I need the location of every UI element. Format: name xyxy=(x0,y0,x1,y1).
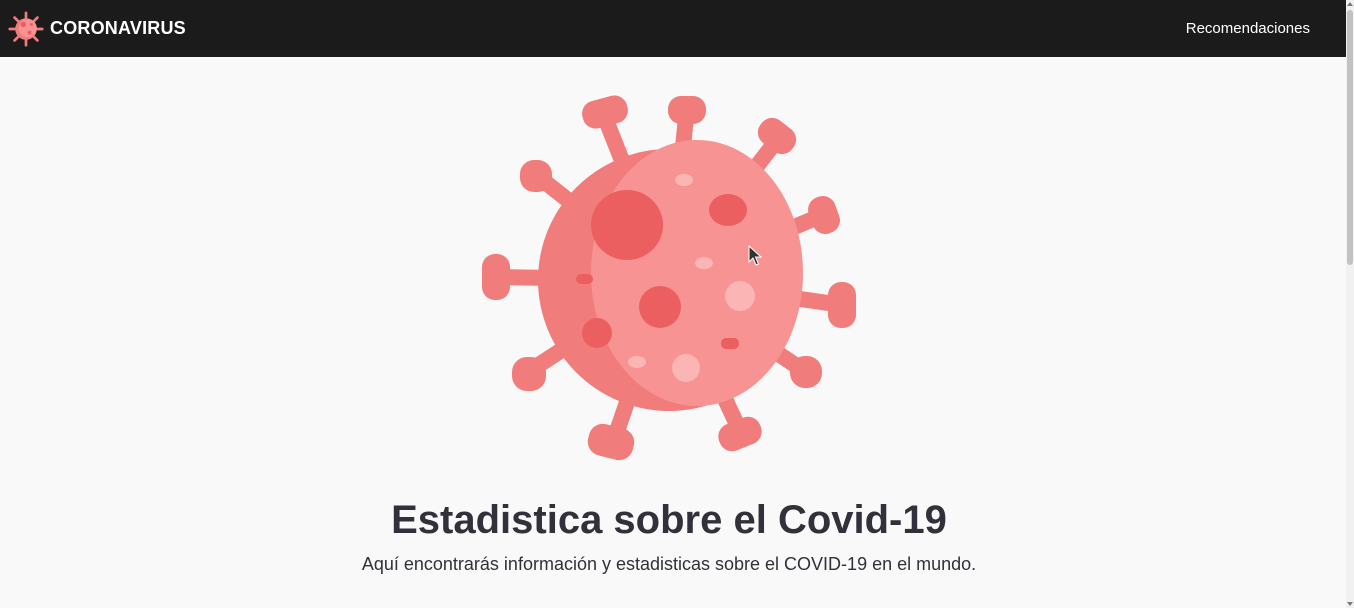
vertical-scrollbar[interactable] xyxy=(1346,0,1354,608)
scroll-up-icon[interactable] xyxy=(1347,2,1353,6)
coronavirus-illustration xyxy=(482,95,856,461)
hero-section: Estadistica sobre el Covid-19 Aquí encon… xyxy=(0,57,1346,608)
mouse-cursor-icon xyxy=(748,245,762,266)
brand-title: CORONAVIRUS xyxy=(50,18,186,38)
page-title: Estadistica sobre el Covid-19 xyxy=(391,498,947,542)
brand-link[interactable]: CORONAVIRUS xyxy=(8,10,186,47)
virus-icon xyxy=(8,10,44,47)
page-subtitle: Aquí encontrarás información y estadisti… xyxy=(361,554,977,574)
scroll-down-icon[interactable] xyxy=(1347,602,1353,606)
top-navbar: CORONAVIRUS Recomendaciones xyxy=(0,0,1346,57)
nav-link-recommendations[interactable]: Recomendaciones xyxy=(1186,20,1310,37)
scrollbar-thumb[interactable] xyxy=(1347,10,1353,265)
